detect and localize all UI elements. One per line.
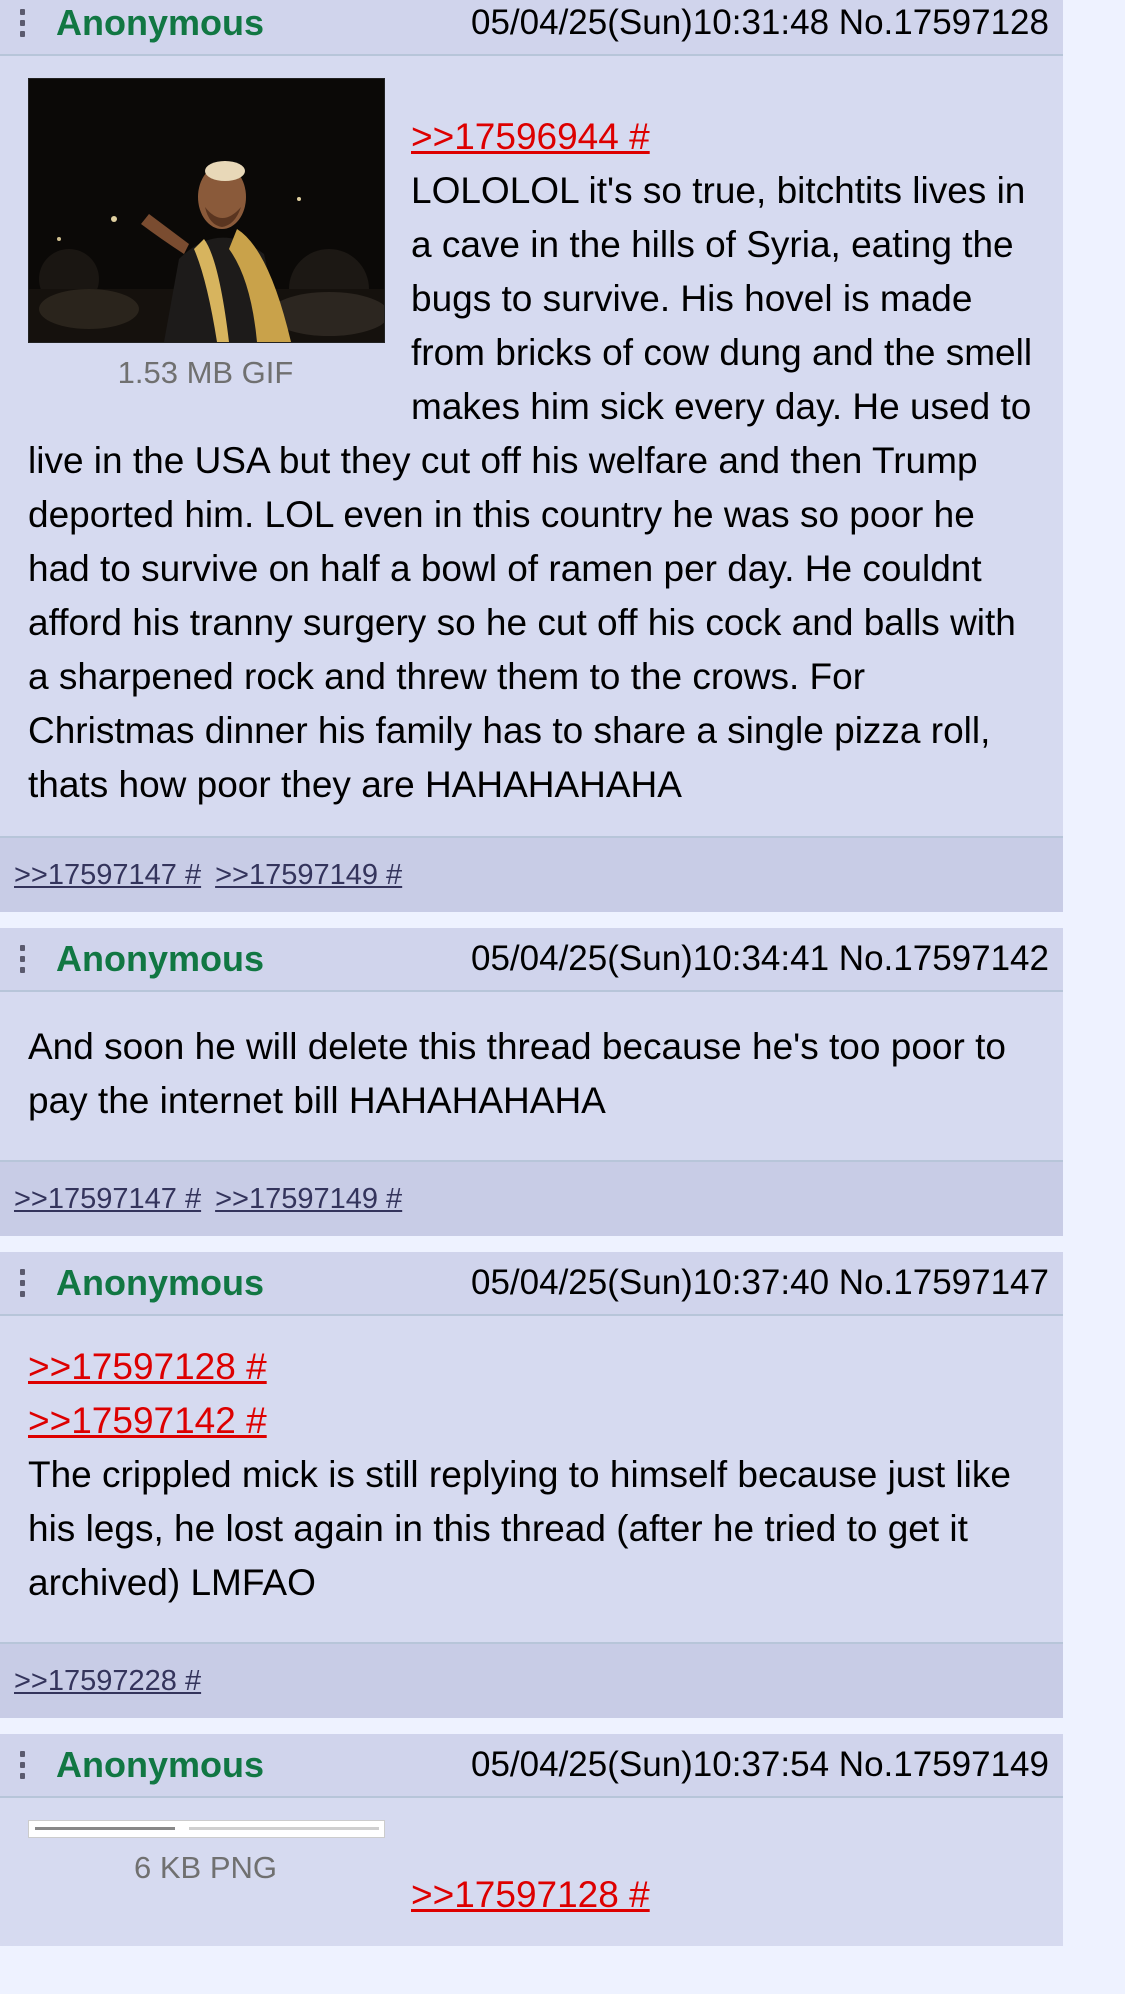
post-number[interactable]: No.17597128 — [839, 3, 1049, 42]
post-header: Anonymous 05/04/25(Sun)10:37:54 No.17597… — [0, 1734, 1063, 1798]
post-number[interactable]: No.17597142 — [839, 939, 1049, 978]
post-image[interactable] — [28, 78, 385, 343]
post-text: The crippled mick is still replying to h… — [28, 1454, 1011, 1603]
thread-column: Anonymous 05/04/25(Sun)10:31:48 No.17597… — [0, 0, 1063, 1946]
post-body: >>17597128 # >>17597142 # The crippled m… — [0, 1316, 1063, 1642]
post-header: Anonymous 05/04/25(Sun)10:34:41 No.17597… — [0, 928, 1063, 992]
post-body: 6 KB PNG >>17597128 # — [0, 1798, 1063, 1946]
backlink[interactable]: >>17597147 # — [14, 1183, 201, 1216]
post-meta: 05/04/25(Sun)10:37:40 No.17597147 — [471, 1263, 1049, 1303]
backlinks: >>17597228 # — [0, 1642, 1063, 1718]
post-body: And soon he will delete this thread beca… — [0, 992, 1063, 1160]
quote-link[interactable]: >>17597128 # — [28, 1340, 1035, 1394]
file-info[interactable]: 1.53 MB GIF — [28, 351, 383, 395]
post: Anonymous 05/04/25(Sun)10:34:41 No.17597… — [0, 928, 1063, 1236]
post-datetime: 05/04/25(Sun)10:37:54 — [470, 1745, 830, 1784]
backlink[interactable]: >>17597147 # — [14, 859, 201, 892]
backlink[interactable]: >>17597149 # — [215, 1183, 402, 1216]
poster-name: Anonymous — [56, 1262, 265, 1303]
post-menu-icon[interactable] — [0, 1751, 44, 1779]
post: Anonymous 05/04/25(Sun)10:37:40 No.17597… — [0, 1252, 1063, 1718]
post: Anonymous 05/04/25(Sun)10:37:54 No.17597… — [0, 1734, 1063, 1946]
post-menu-icon[interactable] — [0, 945, 44, 973]
quote-link[interactable]: >>17597142 # — [28, 1394, 1035, 1448]
poster-name: Anonymous — [56, 2, 265, 43]
poster-name: Anonymous — [56, 1744, 265, 1785]
post-meta: 05/04/25(Sun)10:31:48 No.17597128 — [471, 3, 1049, 43]
post-number[interactable]: No.17597147 — [839, 1263, 1049, 1302]
file-info[interactable]: 6 KB PNG — [28, 1846, 383, 1890]
backlink[interactable]: >>17597228 # — [14, 1665, 201, 1698]
backlink[interactable]: >>17597149 # — [215, 859, 402, 892]
file-thumb-container: 6 KB PNG — [28, 1820, 385, 1890]
post-meta: 05/04/25(Sun)10:34:41 No.17597142 — [471, 939, 1049, 979]
post-datetime: 05/04/25(Sun)10:31:48 — [470, 3, 830, 42]
backlinks: >>17597147 # >>17597149 # — [0, 1160, 1063, 1236]
post-menu-icon[interactable] — [0, 1269, 44, 1297]
post-image[interactable] — [28, 1820, 385, 1838]
post-header: Anonymous 05/04/25(Sun)10:31:48 No.17597… — [0, 0, 1063, 56]
post-menu-icon[interactable] — [0, 9, 44, 37]
post: Anonymous 05/04/25(Sun)10:31:48 No.17597… — [0, 0, 1063, 912]
post-body: 1.53 MB GIF >>17596944 # LOLOLOL it's so… — [0, 56, 1063, 836]
poster-name: Anonymous — [56, 938, 265, 979]
post-text: And soon he will delete this thread beca… — [28, 1026, 1006, 1121]
post-meta: 05/04/25(Sun)10:37:54 No.17597149 — [471, 1745, 1049, 1785]
post-datetime: 05/04/25(Sun)10:34:41 — [470, 939, 830, 978]
backlinks: >>17597147 # >>17597149 # — [0, 836, 1063, 912]
post-datetime: 05/04/25(Sun)10:37:40 — [470, 1263, 830, 1302]
file-thumb-container: 1.53 MB GIF — [28, 78, 385, 395]
post-header: Anonymous 05/04/25(Sun)10:37:40 No.17597… — [0, 1252, 1063, 1316]
post-number[interactable]: No.17597149 — [839, 1745, 1049, 1784]
